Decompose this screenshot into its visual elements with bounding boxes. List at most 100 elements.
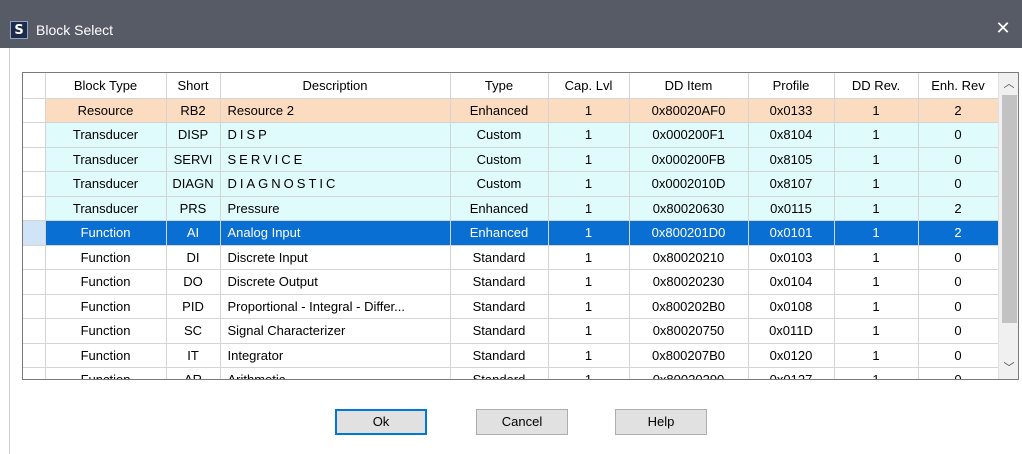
- cell-profile: 0x011D: [748, 318, 835, 344]
- table-row[interactable]: Function DO Discrete Output Standard 1 0…: [23, 269, 999, 295]
- cell-enh-rev: 2: [918, 220, 999, 246]
- scroll-thumb[interactable]: [1002, 95, 1017, 323]
- cell-cap-lvl: 1: [548, 343, 630, 368]
- row-header[interactable]: [23, 98, 46, 123]
- row-header[interactable]: [23, 171, 46, 197]
- column-header-enh-rev[interactable]: Enh. Rev: [918, 73, 999, 99]
- cell-cap-lvl: 1: [548, 196, 630, 221]
- cell-description: Analog Input: [220, 220, 451, 246]
- cell-description: SERVICE: [220, 147, 451, 172]
- cell-dd-rev: 1: [834, 122, 919, 148]
- cell-dd-item: 0x800201D0: [629, 220, 749, 246]
- cell-dd-item: 0x80020290: [629, 367, 749, 379]
- cell-dd-rev: 1: [834, 367, 919, 379]
- column-header-dd-rev[interactable]: DD Rev.: [834, 73, 919, 99]
- cell-block-type: Transducer: [45, 196, 167, 221]
- table-row[interactable]: Transducer DISP DISP Custom 1 0x000200F1…: [23, 122, 999, 148]
- column-header-short[interactable]: Short: [166, 73, 221, 99]
- cancel-button[interactable]: Cancel: [476, 409, 568, 435]
- column-header-dd-item[interactable]: DD Item: [629, 73, 749, 99]
- cell-short: SERVI: [166, 147, 221, 172]
- cell-description: Pressure: [220, 196, 451, 221]
- table-row[interactable]: Function DI Discrete Input Standard 1 0x…: [23, 245, 999, 270]
- vertical-scrollbar[interactable]: ︿ ﹀: [998, 73, 1018, 379]
- close-button[interactable]: ✕: [988, 14, 1018, 44]
- help-button[interactable]: Help: [615, 409, 707, 435]
- cell-cap-lvl: 1: [548, 367, 630, 379]
- row-header[interactable]: [23, 147, 46, 172]
- cell-dd-rev: 1: [834, 294, 919, 319]
- cell-description: Arithmetic: [220, 367, 451, 379]
- table-row[interactable]: Function AR Arithmetic Standard 1 0x8002…: [23, 367, 999, 379]
- cell-cap-lvl: 1: [548, 122, 630, 148]
- table-row[interactable]: Transducer SERVI SERVICE Custom 1 0x0002…: [23, 147, 999, 172]
- cell-dd-rev: 1: [834, 196, 919, 221]
- cell-cap-lvl: 1: [548, 220, 630, 246]
- cell-short: DISP: [166, 122, 221, 148]
- column-header-profile[interactable]: Profile: [748, 73, 835, 99]
- block-grid[interactable]: Block Type Short Description Type Cap. L…: [22, 72, 1019, 380]
- cell-type: Enhanced: [450, 98, 549, 123]
- column-header-cap-lvl[interactable]: Cap. Lvl: [548, 73, 630, 99]
- cell-dd-item: 0x80020AF0: [629, 98, 749, 123]
- cell-dd-item: 0x80020230: [629, 269, 749, 295]
- cell-dd-item: 0x800202B0: [629, 294, 749, 319]
- cell-type: Enhanced: [450, 196, 549, 221]
- cell-type: Custom: [450, 171, 549, 197]
- ok-button[interactable]: Ok: [335, 409, 427, 435]
- cell-enh-rev: 0: [918, 171, 999, 197]
- cell-block-type: Resource: [45, 98, 167, 123]
- cell-type: Standard: [450, 318, 549, 344]
- table-row[interactable]: Transducer DIAGN DIAGNOSTIC Custom 1 0x0…: [23, 171, 999, 197]
- column-header-block-type[interactable]: Block Type: [45, 73, 167, 99]
- table-row[interactable]: Function SC Signal Characterizer Standar…: [23, 318, 999, 344]
- cell-cap-lvl: 1: [548, 171, 630, 197]
- cell-dd-item: 0x80020750: [629, 318, 749, 344]
- row-header[interactable]: [23, 294, 46, 319]
- table-row[interactable]: Transducer PRS Pressure Enhanced 1 0x800…: [23, 196, 999, 221]
- cell-description: Resource 2: [220, 98, 451, 123]
- table-row[interactable]: Function PID Proportional - Integral - D…: [23, 294, 999, 319]
- cell-dd-rev: 1: [834, 343, 919, 368]
- cell-dd-item: 0x000200FB: [629, 147, 749, 172]
- row-header[interactable]: [23, 367, 46, 379]
- cell-short: SC: [166, 318, 221, 344]
- table-row-selected[interactable]: Function AI Analog Input Enhanced 1 0x80…: [23, 220, 999, 246]
- cell-description: Integrator: [220, 343, 451, 368]
- scroll-down-arrow-icon[interactable]: ﹀: [999, 359, 1018, 377]
- title-bar[interactable]: S Block Select ✕: [0, 0, 1022, 48]
- cell-profile: 0x0101: [748, 220, 835, 246]
- cell-enh-rev: 0: [918, 122, 999, 148]
- column-header-description[interactable]: Description: [220, 73, 451, 99]
- cell-type: Standard: [450, 245, 549, 270]
- cell-cap-lvl: 1: [548, 98, 630, 123]
- cell-short: RB2: [166, 98, 221, 123]
- table-row[interactable]: Function IT Integrator Standard 1 0x8002…: [23, 343, 999, 368]
- cell-cap-lvl: 1: [548, 245, 630, 270]
- row-header[interactable]: [23, 269, 46, 295]
- cell-profile: 0x8104: [748, 122, 835, 148]
- row-header[interactable]: [23, 220, 46, 246]
- cell-short: PRS: [166, 196, 221, 221]
- cell-dd-rev: 1: [834, 318, 919, 344]
- cell-dd-item: 0x80020630: [629, 196, 749, 221]
- cell-enh-rev: 0: [918, 147, 999, 172]
- scroll-up-arrow-icon[interactable]: ︿: [999, 75, 1018, 93]
- row-header[interactable]: [23, 122, 46, 148]
- row-header[interactable]: [23, 196, 46, 221]
- column-header-type[interactable]: Type: [450, 73, 549, 99]
- cell-enh-rev: 0: [918, 245, 999, 270]
- cell-profile: 0x0104: [748, 269, 835, 295]
- row-header[interactable]: [23, 343, 46, 368]
- cell-dd-rev: 1: [834, 269, 919, 295]
- row-header[interactable]: [23, 318, 46, 344]
- cell-enh-rev: 0: [918, 343, 999, 368]
- table-row[interactable]: Resource RB2 Resource 2 Enhanced 1 0x800…: [23, 98, 999, 123]
- cell-description: Discrete Input: [220, 245, 451, 270]
- cell-cap-lvl: 1: [548, 294, 630, 319]
- cell-profile: 0x0120: [748, 343, 835, 368]
- cell-enh-rev: 0: [918, 294, 999, 319]
- cell-enh-rev: 2: [918, 196, 999, 221]
- corner-cell: [23, 73, 46, 99]
- row-header[interactable]: [23, 245, 46, 270]
